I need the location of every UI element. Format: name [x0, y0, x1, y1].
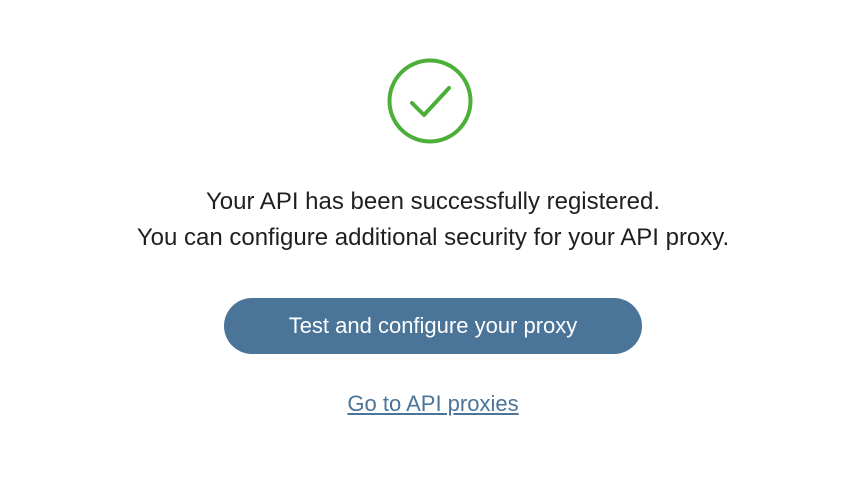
success-message: Your API has been successfully registere… [0, 184, 854, 256]
check-circle-icon [387, 58, 473, 144]
api-proxies-link-container: Go to API proxies [0, 389, 854, 419]
go-to-api-proxies-link[interactable]: Go to API proxies [347, 391, 518, 416]
success-message-line-1: Your API has been successfully registere… [205, 188, 661, 215]
success-message-line-2: You can configure additional security fo… [136, 224, 730, 251]
registration-success-panel: Your API has been successfully registere… [0, 0, 854, 486]
test-and-configure-proxy-button[interactable]: Test and configure your proxy [224, 298, 642, 354]
